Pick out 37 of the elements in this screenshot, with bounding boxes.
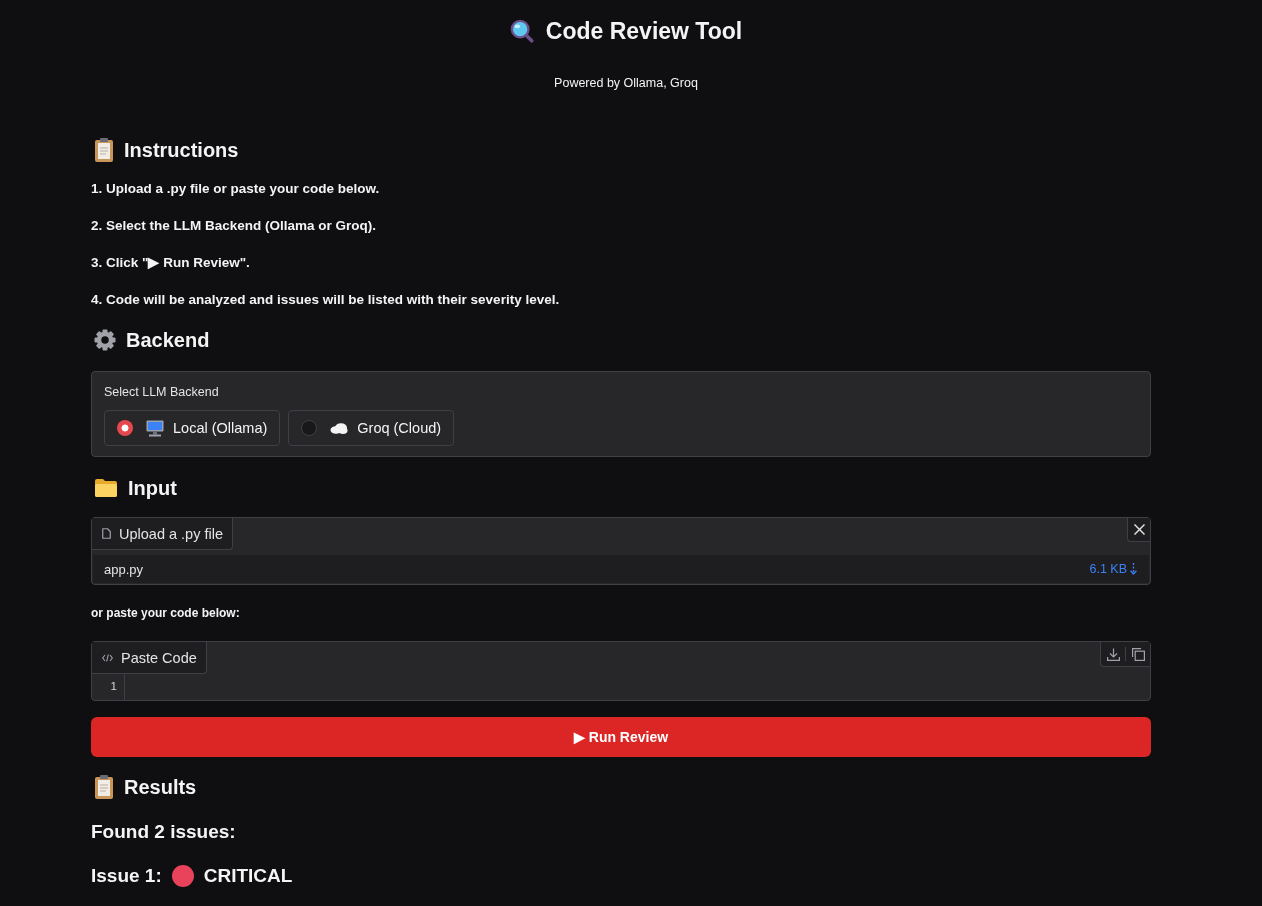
instruction-step: 3. Click "▶ Run Review". [91,253,250,273]
gear-icon [94,329,116,351]
download-arrow-icon [1130,563,1137,575]
close-icon [1133,524,1145,535]
severity-label: CRITICAL [203,864,293,888]
results-summary: Found 2 issues: [91,820,236,844]
file-icon [102,528,111,539]
clipboard-icon [94,775,114,799]
issue-title: Issue 1: [91,864,162,888]
paste-hint: or paste your code below: [91,605,240,622]
computer-icon [146,419,164,437]
instruction-step: 4. Code will be analyzed and issues will be listed with their severity level. [91,290,560,310]
code-label-text: Paste Code [121,649,197,666]
section-heading: Backend [126,328,210,353]
radio-option[interactable]: Groq (Cloud) [288,410,455,446]
copy-icon [1131,647,1145,661]
file-name: app.py [104,561,144,577]
subtitle: Powered by Ollama, Groq [554,75,698,92]
section-heading: Instructions [124,138,239,163]
instruction-step: 2. Select the LLM Backend (Ollama or Groq). [91,216,377,236]
code-icon [102,653,113,662]
cloud-icon [330,422,349,434]
radio-option[interactable]: Local (Ollama) [104,410,281,446]
instruction-step: 1. Upload a .py file or paste your code below. [91,179,380,199]
field-label: Select LLM Backend [104,384,219,401]
upload-label-text: Upload a .py file [119,525,223,542]
download-icon [1106,647,1120,661]
magnifier-icon [509,19,534,43]
line-number: 1 [110,679,117,694]
run-review-button[interactable]: ▶ Run Review [91,717,1151,757]
app-title: Code Review Tool [545,17,743,46]
clipboard-icon [94,138,114,162]
close-button[interactable] [1127,518,1150,542]
folder-icon [94,478,118,498]
section-heading: Input [128,476,177,501]
file-size-link[interactable]: 6.1 KB [1089,562,1137,576]
section-heading: Results [124,775,197,800]
